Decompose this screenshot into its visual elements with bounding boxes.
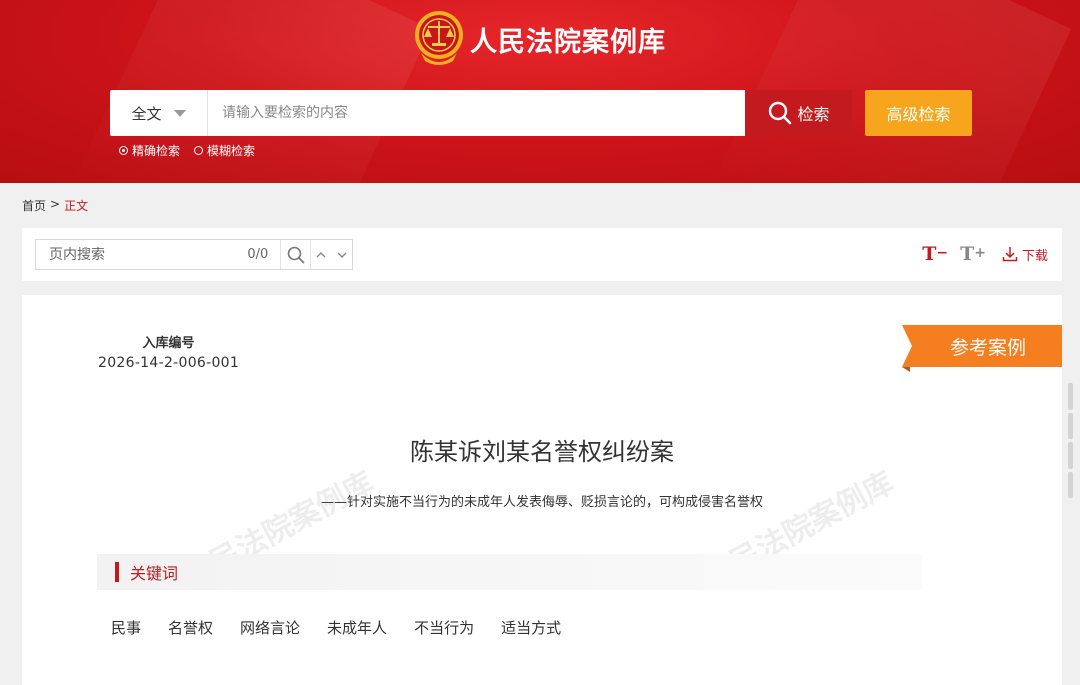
document-body: 人民法院案例库 人民法院案例库 入库编号 2026-14-2-006-001 参… [22,295,1062,685]
radio-selected-icon [119,146,128,155]
reference-case-ribbon: 参考案例 [902,325,1062,367]
scrollbar-segment [1068,471,1073,498]
search-mode-label: 精确检索 [132,144,181,158]
scrollbar-segment [1068,412,1073,439]
scrollbar-segment [1068,383,1073,410]
case-subtitle: ——针对实施不当行为的未成年人发表侮辱、贬损言论的，可构成侵害名誉权 [320,495,763,510]
section-marker [115,562,119,582]
find-match-count: 0/0 [247,247,269,262]
search-mode-exact[interactable]: 精确检索 [119,142,180,159]
breadcrumb: 首页 > 正文 [22,197,88,214]
case-number-label: 入库编号 [142,336,195,351]
scrollbar-segment [1068,442,1073,469]
case-title: 陈某诉刘某名誉权纠纷案 [410,438,674,466]
font-increase-sign: + [974,245,986,261]
page-find-input[interactable] [36,240,226,269]
case-number-block: 入库编号 2026-14-2-006-001 [98,332,239,371]
keyword-item: 网络言论 [240,619,301,637]
keyword-item: 未成年人 [327,619,388,637]
search-mode-group: 精确检索 模糊检索 [119,142,255,159]
keyword-item: 不当行为 [414,619,475,637]
site-header: 人民法院案例库 全文 检索 高级检索 精确检索 模糊检索 [0,0,1080,183]
scrollbar[interactable] [1068,383,1073,498]
keyword-item: 民事 [111,619,142,637]
download-icon [1002,247,1018,262]
breadcrumb-current: 正文 [64,199,89,213]
font-increase-glyph: T [960,243,975,265]
breadcrumb-home[interactable]: 首页 [22,197,46,214]
download-label: 下载 [1021,248,1048,264]
chevron-down-icon [173,109,186,117]
radio-unselected-icon [194,146,204,155]
download-button[interactable]: 下载 [1002,245,1048,264]
search-mode-label: 模糊检索 [207,144,256,158]
search-icon [287,246,305,263]
breadcrumb-separator: > [50,197,61,211]
keywords-title: 关键词 [130,564,179,583]
find-previous-button[interactable] [310,240,331,269]
keyword-list: 民事 名誉权 网络言论 未成年人 不当行为 适当方式 [111,617,561,638]
court-emblem-icon [415,11,463,65]
page-find-button[interactable] [280,240,310,269]
case-number: 2026-14-2-006-001 [98,355,240,371]
keyword-item: 适当方式 [501,619,562,637]
search-scope-select[interactable]: 全文 [110,90,208,136]
search-mode-fuzzy[interactable]: 模糊检索 [194,142,255,159]
document-tools: T − T + 下载 [922,243,1048,265]
search-bar: 全文 检索 [110,90,852,136]
search-button[interactable]: 检索 [745,90,852,136]
chevron-up-icon [316,251,326,257]
search-scope-label: 全文 [131,104,162,123]
site-title: 人民法院案例库 [470,27,666,58]
search-input[interactable] [208,90,745,136]
keywords-section-header: 关键词 [97,554,922,590]
document-toolbar: 0/0 T − T + [22,228,1062,281]
ribbon-fold [902,367,910,372]
search-button-label: 检索 [797,105,830,124]
keyword-item: 名誉权 [168,619,214,637]
font-decrease-button[interactable]: T − [922,243,948,265]
font-decrease-glyph: T [922,243,937,265]
font-increase-button[interactable]: T + [960,243,986,265]
chevron-down-icon [337,252,347,258]
page-find-box: 0/0 [35,239,353,270]
find-next-button[interactable] [331,240,352,269]
search-icon [769,101,792,125]
advanced-search-button[interactable]: 高级检索 [865,90,972,136]
font-decrease-sign: − [936,245,949,261]
